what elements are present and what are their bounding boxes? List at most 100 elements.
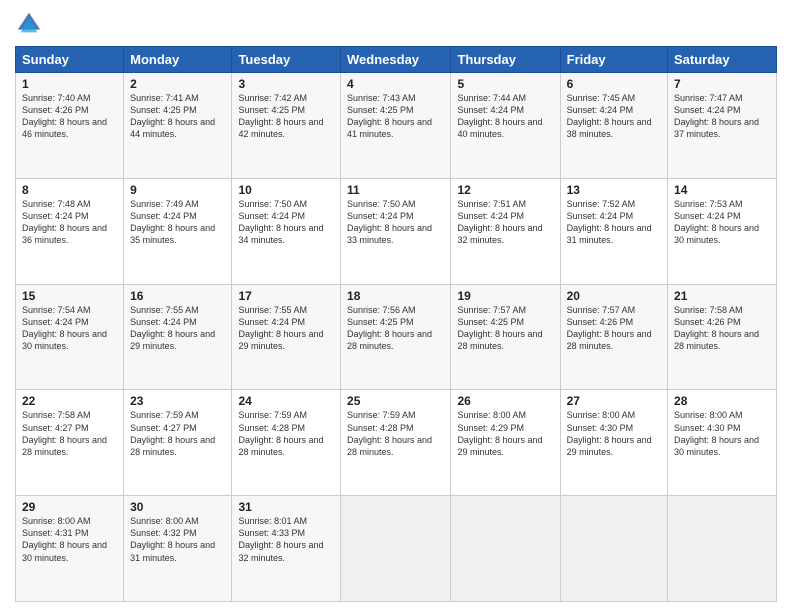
week-row-4: 22Sunrise: 7:58 AMSunset: 4:27 PMDayligh…	[16, 390, 777, 496]
day-info: Sunrise: 7:50 AMSunset: 4:24 PMDaylight:…	[347, 198, 444, 247]
day-info: Sunrise: 7:54 AMSunset: 4:24 PMDaylight:…	[22, 304, 117, 353]
calendar-table: SundayMondayTuesdayWednesdayThursdayFrid…	[15, 46, 777, 602]
table-row	[668, 496, 777, 602]
table-row: 12Sunrise: 7:51 AMSunset: 4:24 PMDayligh…	[451, 178, 560, 284]
day-number: 5	[457, 77, 553, 91]
table-row: 10Sunrise: 7:50 AMSunset: 4:24 PMDayligh…	[232, 178, 341, 284]
table-row: 18Sunrise: 7:56 AMSunset: 4:25 PMDayligh…	[341, 284, 451, 390]
day-number: 29	[22, 500, 117, 514]
day-info: Sunrise: 7:50 AMSunset: 4:24 PMDaylight:…	[238, 198, 334, 247]
day-info: Sunrise: 7:58 AMSunset: 4:27 PMDaylight:…	[22, 409, 117, 458]
day-number: 13	[567, 183, 661, 197]
day-number: 4	[347, 77, 444, 91]
day-number: 10	[238, 183, 334, 197]
day-info: Sunrise: 7:55 AMSunset: 4:24 PMDaylight:…	[130, 304, 225, 353]
header-day-saturday: Saturday	[668, 47, 777, 73]
table-row: 20Sunrise: 7:57 AMSunset: 4:26 PMDayligh…	[560, 284, 667, 390]
table-row: 27Sunrise: 8:00 AMSunset: 4:30 PMDayligh…	[560, 390, 667, 496]
header-row: SundayMondayTuesdayWednesdayThursdayFrid…	[16, 47, 777, 73]
header-day-thursday: Thursday	[451, 47, 560, 73]
day-info: Sunrise: 7:56 AMSunset: 4:25 PMDaylight:…	[347, 304, 444, 353]
table-row: 28Sunrise: 8:00 AMSunset: 4:30 PMDayligh…	[668, 390, 777, 496]
day-number: 12	[457, 183, 553, 197]
day-number: 9	[130, 183, 225, 197]
week-row-3: 15Sunrise: 7:54 AMSunset: 4:24 PMDayligh…	[16, 284, 777, 390]
day-info: Sunrise: 8:00 AMSunset: 4:30 PMDaylight:…	[567, 409, 661, 458]
table-row: 24Sunrise: 7:59 AMSunset: 4:28 PMDayligh…	[232, 390, 341, 496]
day-info: Sunrise: 8:00 AMSunset: 4:31 PMDaylight:…	[22, 515, 117, 564]
table-row: 31Sunrise: 8:01 AMSunset: 4:33 PMDayligh…	[232, 496, 341, 602]
table-row: 4Sunrise: 7:43 AMSunset: 4:25 PMDaylight…	[341, 73, 451, 179]
table-row	[451, 496, 560, 602]
day-number: 16	[130, 289, 225, 303]
table-row: 9Sunrise: 7:49 AMSunset: 4:24 PMDaylight…	[124, 178, 232, 284]
table-row: 30Sunrise: 8:00 AMSunset: 4:32 PMDayligh…	[124, 496, 232, 602]
page: SundayMondayTuesdayWednesdayThursdayFrid…	[0, 0, 792, 612]
table-row: 13Sunrise: 7:52 AMSunset: 4:24 PMDayligh…	[560, 178, 667, 284]
day-number: 2	[130, 77, 225, 91]
day-info: Sunrise: 7:53 AMSunset: 4:24 PMDaylight:…	[674, 198, 770, 247]
day-number: 20	[567, 289, 661, 303]
table-row: 22Sunrise: 7:58 AMSunset: 4:27 PMDayligh…	[16, 390, 124, 496]
day-number: 17	[238, 289, 334, 303]
day-info: Sunrise: 7:41 AMSunset: 4:25 PMDaylight:…	[130, 92, 225, 141]
table-row	[341, 496, 451, 602]
calendar-header: SundayMondayTuesdayWednesdayThursdayFrid…	[16, 47, 777, 73]
day-number: 30	[130, 500, 225, 514]
day-info: Sunrise: 7:59 AMSunset: 4:28 PMDaylight:…	[238, 409, 334, 458]
day-info: Sunrise: 7:47 AMSunset: 4:24 PMDaylight:…	[674, 92, 770, 141]
day-info: Sunrise: 7:59 AMSunset: 4:27 PMDaylight:…	[130, 409, 225, 458]
day-info: Sunrise: 7:45 AMSunset: 4:24 PMDaylight:…	[567, 92, 661, 141]
day-info: Sunrise: 8:00 AMSunset: 4:29 PMDaylight:…	[457, 409, 553, 458]
day-info: Sunrise: 7:51 AMSunset: 4:24 PMDaylight:…	[457, 198, 553, 247]
table-row: 23Sunrise: 7:59 AMSunset: 4:27 PMDayligh…	[124, 390, 232, 496]
day-info: Sunrise: 7:40 AMSunset: 4:26 PMDaylight:…	[22, 92, 117, 141]
day-number: 21	[674, 289, 770, 303]
day-info: Sunrise: 7:59 AMSunset: 4:28 PMDaylight:…	[347, 409, 444, 458]
table-row: 16Sunrise: 7:55 AMSunset: 4:24 PMDayligh…	[124, 284, 232, 390]
day-number: 1	[22, 77, 117, 91]
table-row	[560, 496, 667, 602]
day-info: Sunrise: 7:49 AMSunset: 4:24 PMDaylight:…	[130, 198, 225, 247]
logo	[15, 10, 47, 38]
day-info: Sunrise: 7:58 AMSunset: 4:26 PMDaylight:…	[674, 304, 770, 353]
day-number: 18	[347, 289, 444, 303]
header-day-wednesday: Wednesday	[341, 47, 451, 73]
table-row: 7Sunrise: 7:47 AMSunset: 4:24 PMDaylight…	[668, 73, 777, 179]
calendar-body: 1Sunrise: 7:40 AMSunset: 4:26 PMDaylight…	[16, 73, 777, 602]
header-day-monday: Monday	[124, 47, 232, 73]
day-info: Sunrise: 7:52 AMSunset: 4:24 PMDaylight:…	[567, 198, 661, 247]
day-number: 24	[238, 394, 334, 408]
day-info: Sunrise: 8:01 AMSunset: 4:33 PMDaylight:…	[238, 515, 334, 564]
table-row: 21Sunrise: 7:58 AMSunset: 4:26 PMDayligh…	[668, 284, 777, 390]
table-row: 29Sunrise: 8:00 AMSunset: 4:31 PMDayligh…	[16, 496, 124, 602]
table-row: 17Sunrise: 7:55 AMSunset: 4:24 PMDayligh…	[232, 284, 341, 390]
day-number: 27	[567, 394, 661, 408]
day-number: 15	[22, 289, 117, 303]
day-number: 3	[238, 77, 334, 91]
table-row: 25Sunrise: 7:59 AMSunset: 4:28 PMDayligh…	[341, 390, 451, 496]
table-row: 14Sunrise: 7:53 AMSunset: 4:24 PMDayligh…	[668, 178, 777, 284]
day-info: Sunrise: 7:42 AMSunset: 4:25 PMDaylight:…	[238, 92, 334, 141]
day-number: 25	[347, 394, 444, 408]
header-day-sunday: Sunday	[16, 47, 124, 73]
table-row: 11Sunrise: 7:50 AMSunset: 4:24 PMDayligh…	[341, 178, 451, 284]
table-row: 26Sunrise: 8:00 AMSunset: 4:29 PMDayligh…	[451, 390, 560, 496]
logo-icon	[15, 10, 43, 38]
day-number: 22	[22, 394, 117, 408]
table-row: 8Sunrise: 7:48 AMSunset: 4:24 PMDaylight…	[16, 178, 124, 284]
table-row: 5Sunrise: 7:44 AMSunset: 4:24 PMDaylight…	[451, 73, 560, 179]
day-number: 6	[567, 77, 661, 91]
week-row-5: 29Sunrise: 8:00 AMSunset: 4:31 PMDayligh…	[16, 496, 777, 602]
day-number: 26	[457, 394, 553, 408]
table-row: 1Sunrise: 7:40 AMSunset: 4:26 PMDaylight…	[16, 73, 124, 179]
table-row: 3Sunrise: 7:42 AMSunset: 4:25 PMDaylight…	[232, 73, 341, 179]
week-row-2: 8Sunrise: 7:48 AMSunset: 4:24 PMDaylight…	[16, 178, 777, 284]
day-number: 11	[347, 183, 444, 197]
header-day-friday: Friday	[560, 47, 667, 73]
day-number: 19	[457, 289, 553, 303]
table-row: 2Sunrise: 7:41 AMSunset: 4:25 PMDaylight…	[124, 73, 232, 179]
day-number: 23	[130, 394, 225, 408]
day-number: 28	[674, 394, 770, 408]
day-info: Sunrise: 8:00 AMSunset: 4:30 PMDaylight:…	[674, 409, 770, 458]
